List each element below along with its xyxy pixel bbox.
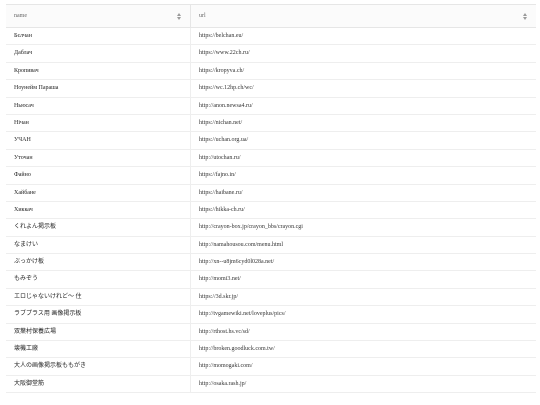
cell-url[interactable]: https://kropyva.ch/	[191, 63, 536, 79]
table-row[interactable]: ぶっかけ板 http://xn--u8jm6cyd0l028a.net/	[6, 254, 536, 272]
table-row[interactable]: Ноунейм Параша https://wc.12hp.ch/wc/	[6, 80, 536, 98]
table-row[interactable]: もみぞう http://momi3.net/	[6, 271, 536, 289]
sort-icon[interactable]	[522, 10, 528, 22]
cell-name: Нічан	[6, 114, 191, 132]
table-row[interactable]: Уточан http://utochan.ru/	[6, 149, 536, 168]
table-body: Бєлчан https://belchan.eu/Даблач https://w…	[6, 28, 536, 394]
table-row[interactable]: 大阪御堂筋 http://osaka.rash.jp/	[6, 375, 536, 394]
cell-url[interactable]: http://momi3.net/	[191, 271, 536, 287]
cell-name: Ньюсач	[6, 97, 191, 114]
table-row[interactable]: Даблач https://www.22ch.ru/	[6, 45, 536, 63]
cell-name: エロじゃないけれど〜 住	[6, 288, 191, 306]
cell-url[interactable]: https://belchan.eu/	[191, 28, 536, 44]
cell-name: 壊機工廠	[6, 341, 191, 358]
table-header: name url	[6, 4, 536, 28]
cell-name: なまけい	[6, 236, 191, 254]
table-row[interactable]: エロじゃないけれど〜 住 https://3d.skr.jp/	[6, 288, 536, 307]
column-header-url[interactable]: url	[191, 5, 536, 27]
column-header-label: name	[14, 13, 27, 19]
cell-url[interactable]: https://www.22ch.ru/	[191, 45, 536, 61]
cell-url[interactable]: http://utochan.ru/	[191, 150, 536, 166]
cell-url[interactable]: https://3d.skr.jp/	[191, 289, 536, 305]
cell-url[interactable]: http://osaka.rash.jp/	[191, 376, 536, 392]
table-row[interactable]: Хайбане https://haibane.ru/	[6, 184, 536, 202]
cell-url[interactable]: http://namahousou.com/menu.html	[191, 237, 536, 253]
cell-url[interactable]: https://fajno.in/	[191, 167, 536, 183]
cell-name: Ноунейм Параша	[6, 80, 191, 97]
cell-name: Уточан	[6, 149, 191, 167]
cell-name: 大阪御堂筋	[6, 375, 191, 393]
cell-url[interactable]: http://broken.goodluck.com.tw/	[191, 341, 536, 357]
cell-url[interactable]: http://crayon-box.jp/crayon_bbs/crayon.c…	[191, 219, 536, 235]
cell-name: 双葉村保養広場	[6, 323, 191, 341]
table-row[interactable]: くれよん掲示板 http://crayon-box.jp/crayon_bbs/c…	[6, 219, 536, 237]
cell-url[interactable]: http://tvgamewiki.net/loveplus/pics/	[191, 306, 536, 322]
table-row[interactable]: 壊機工廠 http://broken.goodluck.com.tw/	[6, 341, 536, 359]
column-header-name[interactable]: name	[6, 5, 191, 27]
column-header-label: url	[199, 13, 206, 19]
cell-url[interactable]: https://haibane.ru/	[191, 185, 536, 201]
cell-url[interactable]: https://wc.12hp.ch/wc/	[191, 80, 536, 96]
cell-url[interactable]: https://hikka-ch.ru/	[191, 202, 536, 218]
table-row[interactable]: Бєлчан https://belchan.eu/	[6, 28, 536, 46]
cell-name: Хиккач	[6, 201, 191, 219]
cell-url[interactable]: https://uchan.org.ua/	[191, 132, 536, 148]
cell-name: Кропивач	[6, 62, 191, 80]
table-row[interactable]: ラブプラス用 画像掲示板 http://tvgamewiki.net/lovepl…	[6, 306, 536, 324]
table-row[interactable]: 大人の画像掲示板ももがき http://momogaki.com/	[6, 358, 536, 376]
table-row[interactable]: Кропивач https://kropyva.ch/	[6, 62, 536, 81]
sort-icon[interactable]	[176, 10, 182, 22]
cell-name: くれよん掲示板	[6, 219, 191, 236]
cell-name: ラブプラス用 画像掲示板	[6, 306, 191, 323]
cell-name: Хайбане	[6, 184, 191, 201]
cell-url[interactable]: http://rthost.hs.vc/sd/	[191, 324, 536, 340]
cell-name: Даблач	[6, 45, 191, 62]
cell-url[interactable]: http://xn--u8jm6cyd0l028a.net/	[191, 254, 536, 270]
data-table: name url Бєлчан https://belchan.eu/Даблач…	[6, 4, 536, 394]
table-row[interactable]: Нічан https://nichan.net/	[6, 114, 536, 133]
cell-name: もみぞう	[6, 271, 191, 288]
cell-url[interactable]: http://momogaki.com/	[191, 358, 536, 374]
cell-name: ぶっかけ板	[6, 254, 191, 271]
cell-url[interactable]: https://nichan.net/	[191, 115, 536, 131]
table-row[interactable]: Ньюсач http://anon.newsa4.ru/	[6, 97, 536, 115]
cell-url[interactable]: http://anon.newsa4.ru/	[191, 98, 536, 114]
cell-name: 大人の画像掲示板ももがき	[6, 358, 191, 375]
table-row[interactable]: Файно https://fajno.in/	[6, 167, 536, 185]
table-row[interactable]: УЧАН https://uchan.org.ua/	[6, 132, 536, 150]
table-row[interactable]: 双葉村保養広場 http://rthost.hs.vc/sd/	[6, 323, 536, 342]
cell-name: Бєлчан	[6, 28, 191, 45]
cell-name: Файно	[6, 167, 191, 184]
cell-name: УЧАН	[6, 132, 191, 149]
table-row[interactable]: なまけい http://namahousou.com/menu.html	[6, 236, 536, 255]
table-row[interactable]: Хиккач https://hikka-ch.ru/	[6, 201, 536, 220]
